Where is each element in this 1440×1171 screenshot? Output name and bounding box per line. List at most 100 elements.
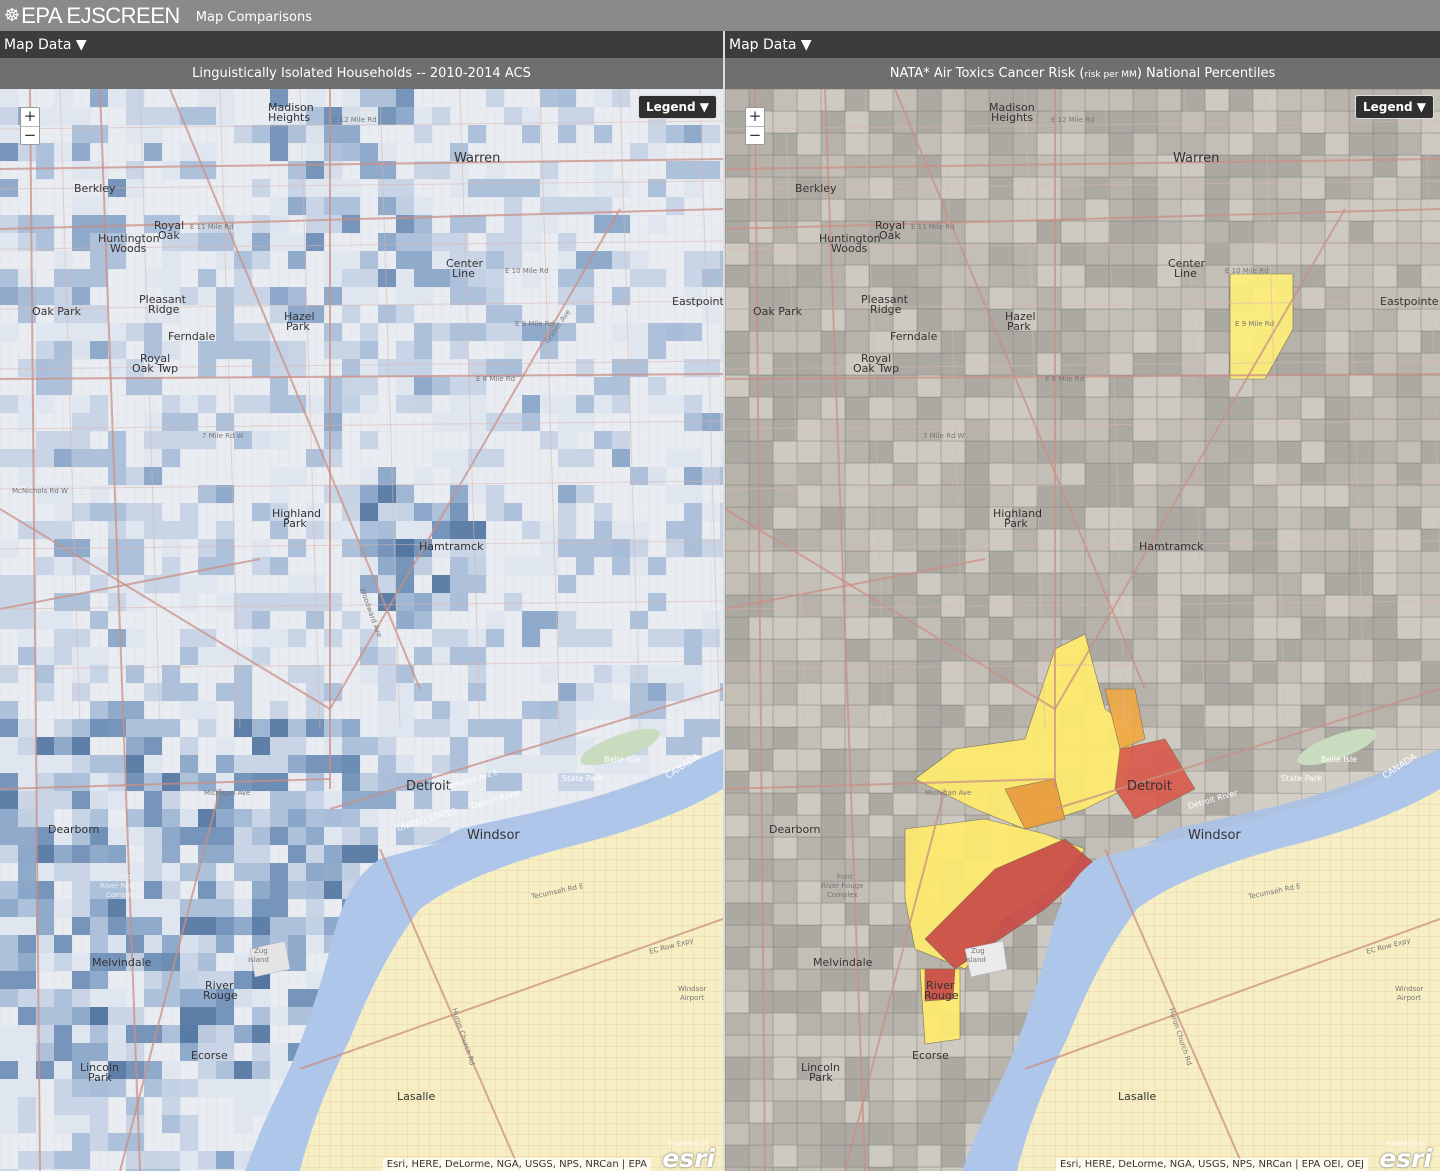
label-belle-isle-2: State Park [562, 774, 603, 783]
label-ferndale: Ferndale [890, 330, 938, 343]
label-highland-2: Park [1004, 517, 1028, 530]
right-map-title: NATA* Air Toxics Cancer Risk (risk per M… [890, 66, 1275, 81]
label-hamtramck: Hamtramck [419, 540, 484, 553]
right-map-title-end: ) National Percentiles [1136, 66, 1276, 81]
right-map-panel: Map Data ▼ NATA* Air Toxics Cancer Risk … [725, 31, 1440, 1171]
top-bar: ☸ EPA EJSCREEN Map Comparisons [0, 0, 1440, 31]
label-e12: E 12 Mile Rd [333, 116, 377, 124]
label-oak-park: Oak Park [32, 305, 82, 318]
label-warren: Warren [1173, 151, 1219, 166]
logo-text: EPA EJSCREEN [21, 2, 180, 28]
label-hazel-2: Park [1007, 320, 1031, 333]
label-huntington-2: Woods [110, 242, 147, 255]
label-windsor-airport-2: Airport [680, 994, 704, 1002]
label-e9: E 9 Mile Rd [1235, 320, 1274, 328]
label-ecorse: Ecorse [191, 1049, 228, 1062]
label-berkley: Berkley [74, 182, 116, 195]
label-belle-isle-1: Belle Isle [604, 755, 640, 764]
left-legend-button[interactable]: Legend ▼ [637, 95, 717, 119]
label-mcnichols: McNichols Rd W [12, 487, 68, 495]
left-esri-logo[interactable]: POWERED BY esri [655, 1141, 717, 1171]
label-e12: E 12 Mile Rd [1051, 116, 1095, 124]
ejscreen-app: ☸ EPA EJSCREEN Map Comparisons Map Data … [0, 0, 1440, 1171]
label-seven: 7 Mile Rd W [202, 432, 244, 440]
label-e10: E 10 Mile Rd [1225, 267, 1269, 275]
label-e10: E 10 Mile Rd [505, 267, 549, 275]
label-royal-twp-2: Oak Twp [132, 362, 178, 375]
label-dearborn: Dearborn [769, 823, 821, 836]
label-ferndale: Ferndale [168, 330, 216, 343]
right-legend-button[interactable]: Legend ▼ [1354, 95, 1434, 119]
label-ford-1: Ford [116, 873, 131, 881]
right-attribution: Esri, HERE, DeLorme, NGA, USGS, NPS, NRC… [1055, 1158, 1368, 1171]
right-map-title-main: NATA* Air Toxics Cancer Risk ( [889, 66, 1085, 81]
label-detroit: Detroit [1127, 779, 1172, 794]
label-e11: E 11 Mile Rd [911, 223, 955, 231]
app-subtitle: Map Comparisons [195, 10, 312, 25]
left-map-data-button[interactable]: Map Data ▼ [4, 37, 87, 53]
left-map-layer[interactable]: Madison Heights Warren Berkley Royal Oak… [0, 89, 723, 1171]
label-melvindale: Melvindale [813, 956, 873, 969]
label-windsor-airport-1: Windsor [678, 985, 707, 993]
left-esri-text: esri [662, 1144, 715, 1171]
right-map-layer[interactable]: Madison Heights Warren Berkley Royal Oak… [725, 89, 1440, 1171]
label-zug-2: Island [965, 956, 986, 964]
label-hazel-2: Park [286, 320, 310, 333]
right-map-title-units: risk per MM [1084, 70, 1137, 80]
label-e9: E 9 Mile Rd [515, 320, 554, 328]
label-michigan: Michigan Ave [925, 789, 971, 797]
label-berkley: Berkley [795, 182, 837, 195]
left-zoom-control: + − [20, 107, 40, 145]
label-e8: E 8 Mile Rd [476, 375, 515, 383]
right-esri-text: esri [1379, 1144, 1432, 1171]
label-heights: Heights [991, 111, 1033, 124]
label-hamtramck: Hamtramck [1139, 540, 1204, 553]
right-map-canvas[interactable]: Madison Heights Warren Berkley Royal Oak… [725, 89, 1440, 1171]
right-esri-logo[interactable]: POWERED BY esri [1372, 1141, 1434, 1171]
label-zug-2: Island [248, 956, 269, 964]
label-river-2: Rouge [203, 989, 238, 1002]
label-seven: 7 Mile Rd W [923, 432, 965, 440]
label-belle-isle-1: Belle Isle [1321, 755, 1357, 764]
label-ford-2: River Rouge [100, 882, 142, 890]
label-michigan: Michigan Ave [204, 789, 250, 797]
label-windsor-airport-1: Windsor [1395, 985, 1424, 993]
label-ford-1: Ford [837, 873, 852, 881]
label-belle-isle-2: State Park [1281, 774, 1322, 783]
label-dearborn: Dearborn [48, 823, 100, 836]
label-e11: E 11 Mile Rd [190, 223, 234, 231]
label-lincoln-2: Park [809, 1071, 833, 1084]
label-oak-park: Oak Park [753, 305, 803, 318]
right-zoom-control: + − [745, 107, 765, 145]
label-center-line-2: Line [1174, 267, 1197, 280]
label-melvindale: Melvindale [92, 956, 152, 969]
right-zoom-in-button[interactable]: + [746, 108, 764, 126]
right-map-title-bar: NATA* Air Toxics Cancer Risk (risk per M… [725, 58, 1440, 89]
left-zoom-in-button[interactable]: + [21, 108, 39, 126]
label-windsor: Windsor [467, 828, 520, 843]
label-pleasant-2: Ridge [870, 303, 902, 316]
label-highland-2: Park [283, 517, 307, 530]
label-zug-1: Zug [971, 947, 985, 955]
label-detroit: Detroit [406, 779, 451, 794]
left-zoom-out-button[interactable]: − [21, 126, 39, 144]
label-huntington-2: Woods [831, 242, 868, 255]
right-map-data-button[interactable]: Map Data ▼ [729, 37, 812, 53]
label-center-line-2: Line [452, 267, 475, 280]
epa-logo[interactable]: ☸ EPA EJSCREEN [4, 3, 180, 29]
left-map-data-bar: Map Data ▼ [0, 31, 723, 58]
left-attribution: Esri, HERE, DeLorme, NGA, USGS, NPS, NRC… [382, 1158, 651, 1171]
label-lincoln-2: Park [88, 1071, 112, 1084]
label-heights: Heights [268, 111, 310, 124]
label-royal-twp-2: Oak Twp [853, 362, 899, 375]
label-lasalle: Lasalle [397, 1090, 435, 1103]
label-zug-1: Zug [254, 947, 268, 955]
label-ford-2: River Rouge [821, 882, 863, 890]
left-map-canvas[interactable]: Madison Heights Warren Berkley Royal Oak… [0, 89, 723, 1171]
label-royal-oak-2: Oak [879, 229, 901, 242]
label-royal-oak-2: Oak [158, 229, 180, 242]
right-map-data-bar: Map Data ▼ [725, 31, 1440, 58]
label-river-2: Rouge [924, 989, 959, 1002]
right-zoom-out-button[interactable]: − [746, 126, 764, 144]
label-windsor-airport-2: Airport [1397, 994, 1421, 1002]
